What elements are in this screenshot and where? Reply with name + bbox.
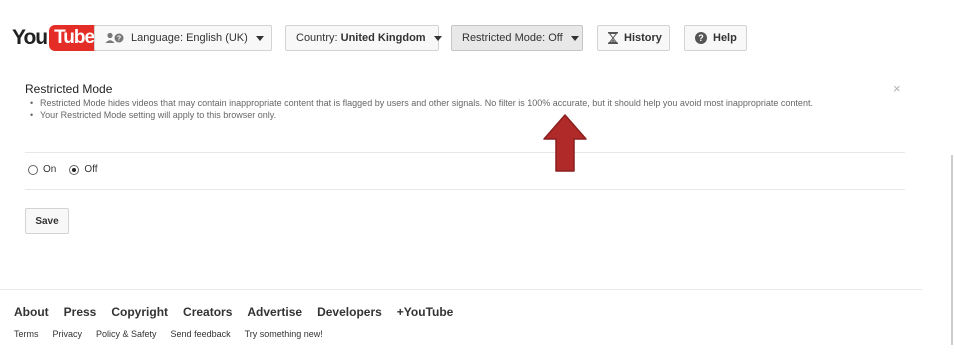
chevron-down-icon bbox=[433, 35, 442, 41]
radio-on-label[interactable]: On bbox=[43, 164, 56, 175]
footer-primary-links: About Press Copyright Creators Advertise… bbox=[14, 305, 468, 319]
history-button[interactable]: History bbox=[597, 25, 670, 51]
language-button[interactable]: ? Language: English (UK) bbox=[94, 25, 272, 51]
close-icon[interactable]: × bbox=[893, 82, 901, 96]
language-value: English (UK) bbox=[186, 32, 248, 44]
restricted-mode-options: On Off bbox=[28, 164, 111, 175]
footer-link-creators[interactable]: Creators bbox=[183, 305, 232, 319]
footer-link-try-something-new[interactable]: Try something new! bbox=[245, 329, 323, 339]
logo-tube-text: Tube bbox=[49, 25, 100, 51]
description-bullet: Your Restricted Mode setting will apply … bbox=[28, 110, 908, 121]
language-icon: ? bbox=[105, 32, 125, 44]
footer-divider bbox=[0, 289, 922, 290]
radio-off-label[interactable]: Off bbox=[84, 164, 97, 175]
chevron-down-icon bbox=[255, 35, 264, 41]
logo-you-text: You bbox=[12, 26, 48, 49]
footer-link-terms[interactable]: Terms bbox=[14, 329, 39, 339]
restricted-mode-label: Restricted Mode: Off bbox=[462, 32, 563, 44]
footer-link-policy-safety[interactable]: Policy & Safety bbox=[96, 329, 157, 339]
divider bbox=[25, 189, 905, 190]
youtube-logo[interactable]: You Tube bbox=[12, 25, 100, 51]
save-button[interactable]: Save bbox=[25, 208, 69, 234]
help-icon: ? bbox=[695, 32, 707, 44]
footer-link-plus-youtube[interactable]: +YouTube bbox=[397, 305, 454, 319]
country-label: Country: bbox=[296, 32, 338, 44]
footer-link-developers[interactable]: Developers bbox=[317, 305, 382, 319]
svg-text:?: ? bbox=[117, 36, 121, 43]
divider bbox=[25, 152, 905, 153]
radio-off[interactable] bbox=[69, 164, 80, 175]
country-button[interactable]: Country: United Kingdom bbox=[285, 25, 442, 51]
language-label: Language: bbox=[131, 32, 183, 44]
footer-link-send-feedback[interactable]: Send feedback bbox=[171, 329, 231, 339]
footer-secondary-links: Terms Privacy Policy & Safety Send feedb… bbox=[14, 329, 337, 339]
footer-link-about[interactable]: About bbox=[14, 305, 49, 319]
footer-link-privacy[interactable]: Privacy bbox=[53, 329, 83, 339]
page-scrollbar[interactable] bbox=[951, 155, 953, 345]
history-label: History bbox=[624, 32, 662, 44]
youtube-settings-page: You Tube ? Language: English (UK) Countr… bbox=[0, 0, 954, 355]
description-bullet: Restricted Mode hides videos that may co… bbox=[28, 98, 908, 109]
restricted-mode-description: Restricted Mode hides videos that may co… bbox=[28, 98, 908, 122]
help-label: Help bbox=[713, 32, 737, 44]
restricted-mode-button[interactable]: Restricted Mode: Off bbox=[451, 25, 583, 51]
restricted-mode-title: Restricted Mode bbox=[25, 82, 113, 96]
hourglass-icon bbox=[608, 32, 618, 44]
radio-on[interactable] bbox=[28, 164, 38, 175]
help-button[interactable]: ? Help bbox=[684, 25, 747, 51]
footer-link-press[interactable]: Press bbox=[64, 305, 97, 319]
chevron-up-icon bbox=[570, 35, 579, 41]
svg-text:?: ? bbox=[698, 33, 704, 43]
footer-link-copyright[interactable]: Copyright bbox=[111, 305, 168, 319]
footer-link-advertise[interactable]: Advertise bbox=[247, 305, 302, 319]
country-value: United Kingdom bbox=[340, 32, 426, 44]
arrow-up-annotation bbox=[543, 114, 587, 172]
